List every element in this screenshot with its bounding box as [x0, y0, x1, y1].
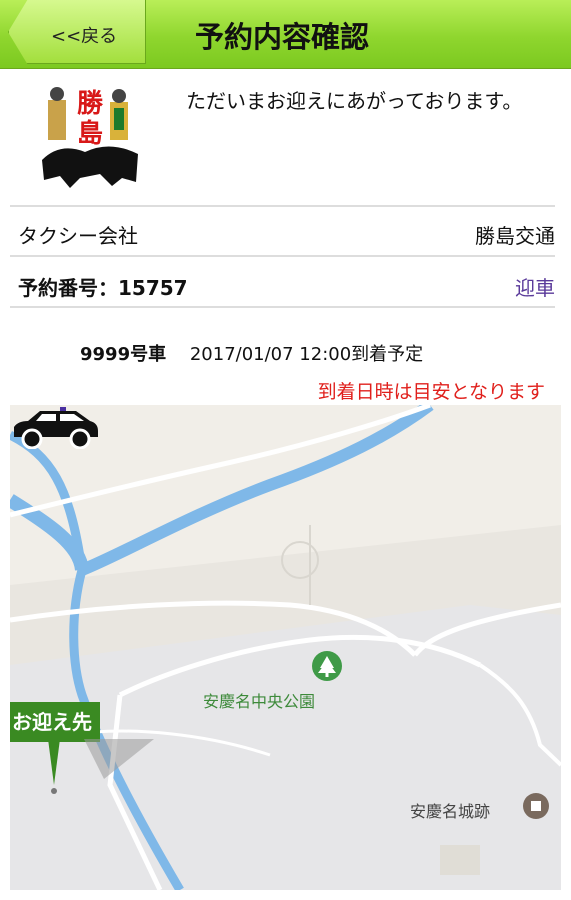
pickup-pin-icon [48, 739, 154, 794]
back-button[interactable]: <<戻る [8, 0, 146, 64]
landmark-icon [523, 793, 549, 819]
park-label: 安慶名中央公園 [203, 692, 316, 711]
svg-text:島: 島 [77, 119, 103, 149]
arrival-eta: 2017/01/07 12:00到着予定 [189, 344, 424, 365]
status-message: ただいまお迎えにあがっております。 [186, 89, 523, 113]
arrival-info: 9999号車 2017/01/07 12:00到着予定 [80, 340, 423, 366]
taxi-company-logo: 勝 島 [42, 87, 138, 188]
divider [10, 255, 555, 257]
reservation-status-link[interactable]: 迎車 [515, 272, 555, 301]
company-value: 勝島交通 [475, 224, 555, 248]
taxi-car-icon [14, 407, 98, 449]
landmark-label: 安慶名城跡 [410, 802, 491, 821]
page-title: 予約内容確認 [195, 20, 370, 54]
svg-text:勝: 勝 [77, 89, 104, 119]
eta-warning: 到着日時は目安となります [317, 381, 545, 403]
map-view[interactable]: 安慶名中央公園 安慶名城跡 お迎え先 [10, 405, 561, 890]
divider [10, 306, 555, 308]
car-number: 9999号車 [80, 344, 167, 365]
reservation-number: 予約番号：15757 [18, 276, 188, 300]
company-label: タクシー会社 [18, 224, 138, 248]
divider [10, 205, 555, 207]
pickup-location-label: お迎え先 [10, 702, 100, 742]
app-header: <<戻る 予約内容確認 [0, 0, 571, 69]
back-button-label: <<戻る [51, 26, 118, 47]
park-icon [312, 651, 342, 681]
